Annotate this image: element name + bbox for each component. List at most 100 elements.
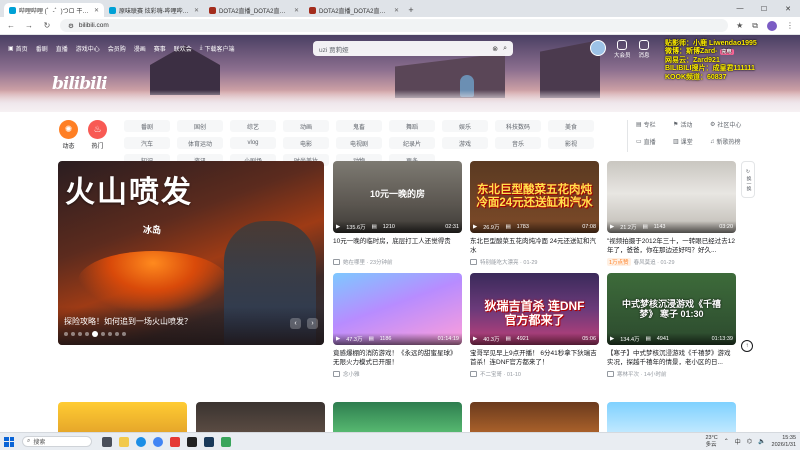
video-title[interactable]: 10元一晚的临时房，底层打工人还觉得贵: [333, 237, 462, 255]
video-thumbnail[interactable]: 东北巨型酸菜五花肉炖冷面24元还送缸和汽水 ▶ 26.9万 ▤ 1783 07:08: [470, 161, 599, 233]
carousel-dot[interactable]: [78, 332, 82, 336]
tray-up-arrow-icon[interactable]: ⌃: [724, 438, 729, 445]
volume-icon[interactable]: 🔈: [758, 438, 765, 445]
video-meta[interactable]: 寒林平次 · 14小时前: [607, 370, 736, 378]
url-field[interactable]: ⚙ bilibili.com: [60, 19, 729, 32]
link-live[interactable]: ▭ 直播: [636, 137, 673, 146]
browser-tab[interactable]: DOTA2直播_DOTA2直播解说视频✕: [204, 3, 304, 17]
nav-game-center[interactable]: 游戏中心: [76, 44, 100, 53]
message-entry[interactable]: 消息: [639, 40, 650, 59]
nav-gala[interactable]: 联欢会: [174, 44, 192, 53]
carousel-next-button[interactable]: ›: [307, 318, 318, 329]
video-thumbnail-partial[interactable]: [470, 402, 599, 432]
carousel-dot[interactable]: [115, 332, 119, 336]
file-explorer-icon[interactable]: [119, 436, 129, 447]
nav-live[interactable]: 直播: [56, 44, 68, 53]
channel-pill[interactable]: 电影: [283, 137, 329, 149]
carousel-prev-button[interactable]: ‹: [290, 318, 301, 329]
nav-home[interactable]: ▣ 首页: [8, 44, 28, 53]
clear-icon[interactable]: ⊗: [492, 45, 498, 53]
video-thumbnail-partial[interactable]: [196, 402, 325, 432]
edge-icon[interactable]: [136, 436, 146, 447]
video-title[interactable]: 东北巨型酸菜五花肉炖冷面 24元还送缸和汽水: [470, 237, 599, 255]
video-title[interactable]: 竟感爆棚的消防游戏！《永远的甜蜜星球》无限火力模式已开服！: [333, 349, 462, 367]
user-avatar[interactable]: [590, 40, 606, 56]
channel-pill[interactable]: 体育运动: [177, 137, 223, 149]
video-card[interactable]: 10元一晚的房 ▶ 135.6万 ▤ 1210 02:31 10元一晚的临时房，底层打工…: [333, 161, 462, 266]
search-input[interactable]: uzi 贾莉娅: [319, 44, 487, 54]
link-community[interactable]: ⚙ 社区中心: [710, 120, 747, 129]
channel-hot[interactable]: ♨ 热门: [88, 120, 107, 150]
carousel-dot[interactable]: [92, 331, 98, 337]
link-new-songs[interactable]: ♫ 新歌热榜: [710, 137, 747, 147]
channel-pill[interactable]: 科技数码: [495, 120, 541, 132]
channel-pill[interactable]: 番剧: [124, 120, 170, 132]
more-menu-icon[interactable]: ⋮: [786, 21, 794, 30]
video-meta[interactable]: 不二宝哥 · 01-10: [470, 370, 599, 378]
new-tab-button[interactable]: +: [404, 3, 418, 17]
channel-pill[interactable]: 纪录片: [389, 137, 435, 149]
video-thumbnail-partial[interactable]: [333, 402, 462, 432]
link-course[interactable]: ▥ 课堂: [673, 137, 710, 146]
video-thumbnail-partial[interactable]: [58, 402, 187, 432]
bookmark-star-icon[interactable]: ★: [736, 21, 743, 30]
weather-widget[interactable]: 23°C 多云: [705, 435, 717, 448]
carousel-dot[interactable]: [64, 332, 68, 336]
video-card[interactable]: 中式梦核沉浸游戏《千禧梦》 寒子 01:30 ▶ 134.4万 ▤ 4941 01:13…: [607, 273, 736, 378]
carousel-dot[interactable]: [122, 332, 126, 336]
channel-pill[interactable]: vlog: [230, 137, 276, 149]
maximize-icon[interactable]: ☐: [752, 0, 776, 17]
video-thumbnail[interactable]: 中式梦核沉浸游戏《千禧梦》 寒子 01:30 ▶ 134.4万 ▤ 4941 01:13…: [607, 273, 736, 345]
channel-pill[interactable]: 美食: [548, 120, 594, 132]
video-card[interactable]: 东北巨型酸菜五花肉炖冷面24元还送缸和汽水 ▶ 26.9万 ▤ 1783 07:08 东…: [470, 161, 599, 266]
channel-pill[interactable]: 音乐: [495, 137, 541, 149]
bilibili-logo[interactable]: bilibili: [52, 74, 108, 94]
channel-dynamic[interactable]: ✺ 动态: [59, 120, 78, 150]
nav-download[interactable]: ⤓ 下载客户端: [200, 44, 235, 53]
close-tab-icon[interactable]: ✕: [394, 7, 399, 14]
back-to-top-button[interactable]: ↑: [741, 340, 753, 352]
nav-manga[interactable]: 漫画: [134, 44, 146, 53]
channel-pill[interactable]: 鬼畜: [336, 120, 382, 132]
video-meta[interactable]: 特别能吃大漂亮 · 01-29: [470, 258, 599, 266]
nav-esports[interactable]: 赛事: [154, 44, 166, 53]
carousel-caption[interactable]: 探险攻略！如何追到一场火山喷发？: [64, 316, 192, 327]
chrome-icon[interactable]: [153, 436, 163, 447]
channel-pill[interactable]: 影视: [548, 137, 594, 149]
video-thumbnail[interactable]: ▶ 47.3万 ▤ 1186 01:14:19: [333, 273, 462, 345]
back-icon[interactable]: ←: [6, 21, 16, 30]
browser-tab[interactable]: 原味联赛 炫彩嗨-哔哩哔哩_bilibili✕: [104, 3, 204, 17]
hero-carousel[interactable]: 火山喷发 冰岛 探险攻略！如何追到一场火山喷发？ ‹ ›: [58, 161, 324, 345]
video-thumbnail[interactable]: 10元一晚的房 ▶ 135.6万 ▤ 1210 02:31: [333, 161, 462, 233]
search-box[interactable]: uzi 贾莉娅 ⊗ ⌕: [313, 41, 513, 56]
minimize-icon[interactable]: —: [728, 0, 752, 17]
link-activity[interactable]: ⚑ 活动: [673, 120, 710, 129]
steam-icon[interactable]: [204, 436, 214, 447]
video-card[interactable]: ▶ 47.3万 ▤ 1186 01:14:19 竟感爆棚的消防游戏！《永远的甜蜜星球》无…: [333, 273, 462, 378]
channel-pill[interactable]: 娱乐: [442, 120, 488, 132]
video-meta[interactable]: 念小雅: [333, 370, 462, 378]
extensions-icon[interactable]: ⧉: [752, 21, 758, 31]
app-icon[interactable]: [187, 436, 197, 447]
profile-avatar[interactable]: [767, 20, 777, 31]
video-meta[interactable]: 她在哪里 · 23分钟前: [333, 258, 462, 266]
clock[interactable]: 15:35 2026/1/31: [772, 435, 796, 449]
carousel-dot[interactable]: [101, 332, 105, 336]
channel-pill[interactable]: 动画: [283, 120, 329, 132]
vip-entry[interactable]: 大会员: [614, 40, 631, 59]
close-tab-icon[interactable]: ✕: [194, 7, 199, 14]
channel-pill[interactable]: 游戏: [442, 137, 488, 149]
video-meta[interactable]: 1万点赞 春风莫追 · 01-29: [607, 258, 736, 266]
channel-pill[interactable]: 国创: [177, 120, 223, 132]
refresh-feed-button[interactable]: ↻ 换一换: [741, 161, 755, 198]
carousel-dot[interactable]: [71, 332, 75, 336]
task-view-icon[interactable]: [102, 436, 112, 447]
browser-tab[interactable]: DOTA2直播_DOTA2直播解说视频✕: [304, 3, 404, 17]
netease-music-icon[interactable]: [170, 436, 180, 447]
channel-pill[interactable]: 舞蹈: [389, 120, 435, 132]
network-icon[interactable]: ⌬: [747, 438, 752, 445]
forward-icon[interactable]: →: [24, 21, 34, 30]
carousel-dot[interactable]: [85, 332, 89, 336]
channel-pill[interactable]: 电视剧: [336, 137, 382, 149]
video-thumbnail[interactable]: ▶ 21.2万 ▤ 1143 03:20: [607, 161, 736, 233]
